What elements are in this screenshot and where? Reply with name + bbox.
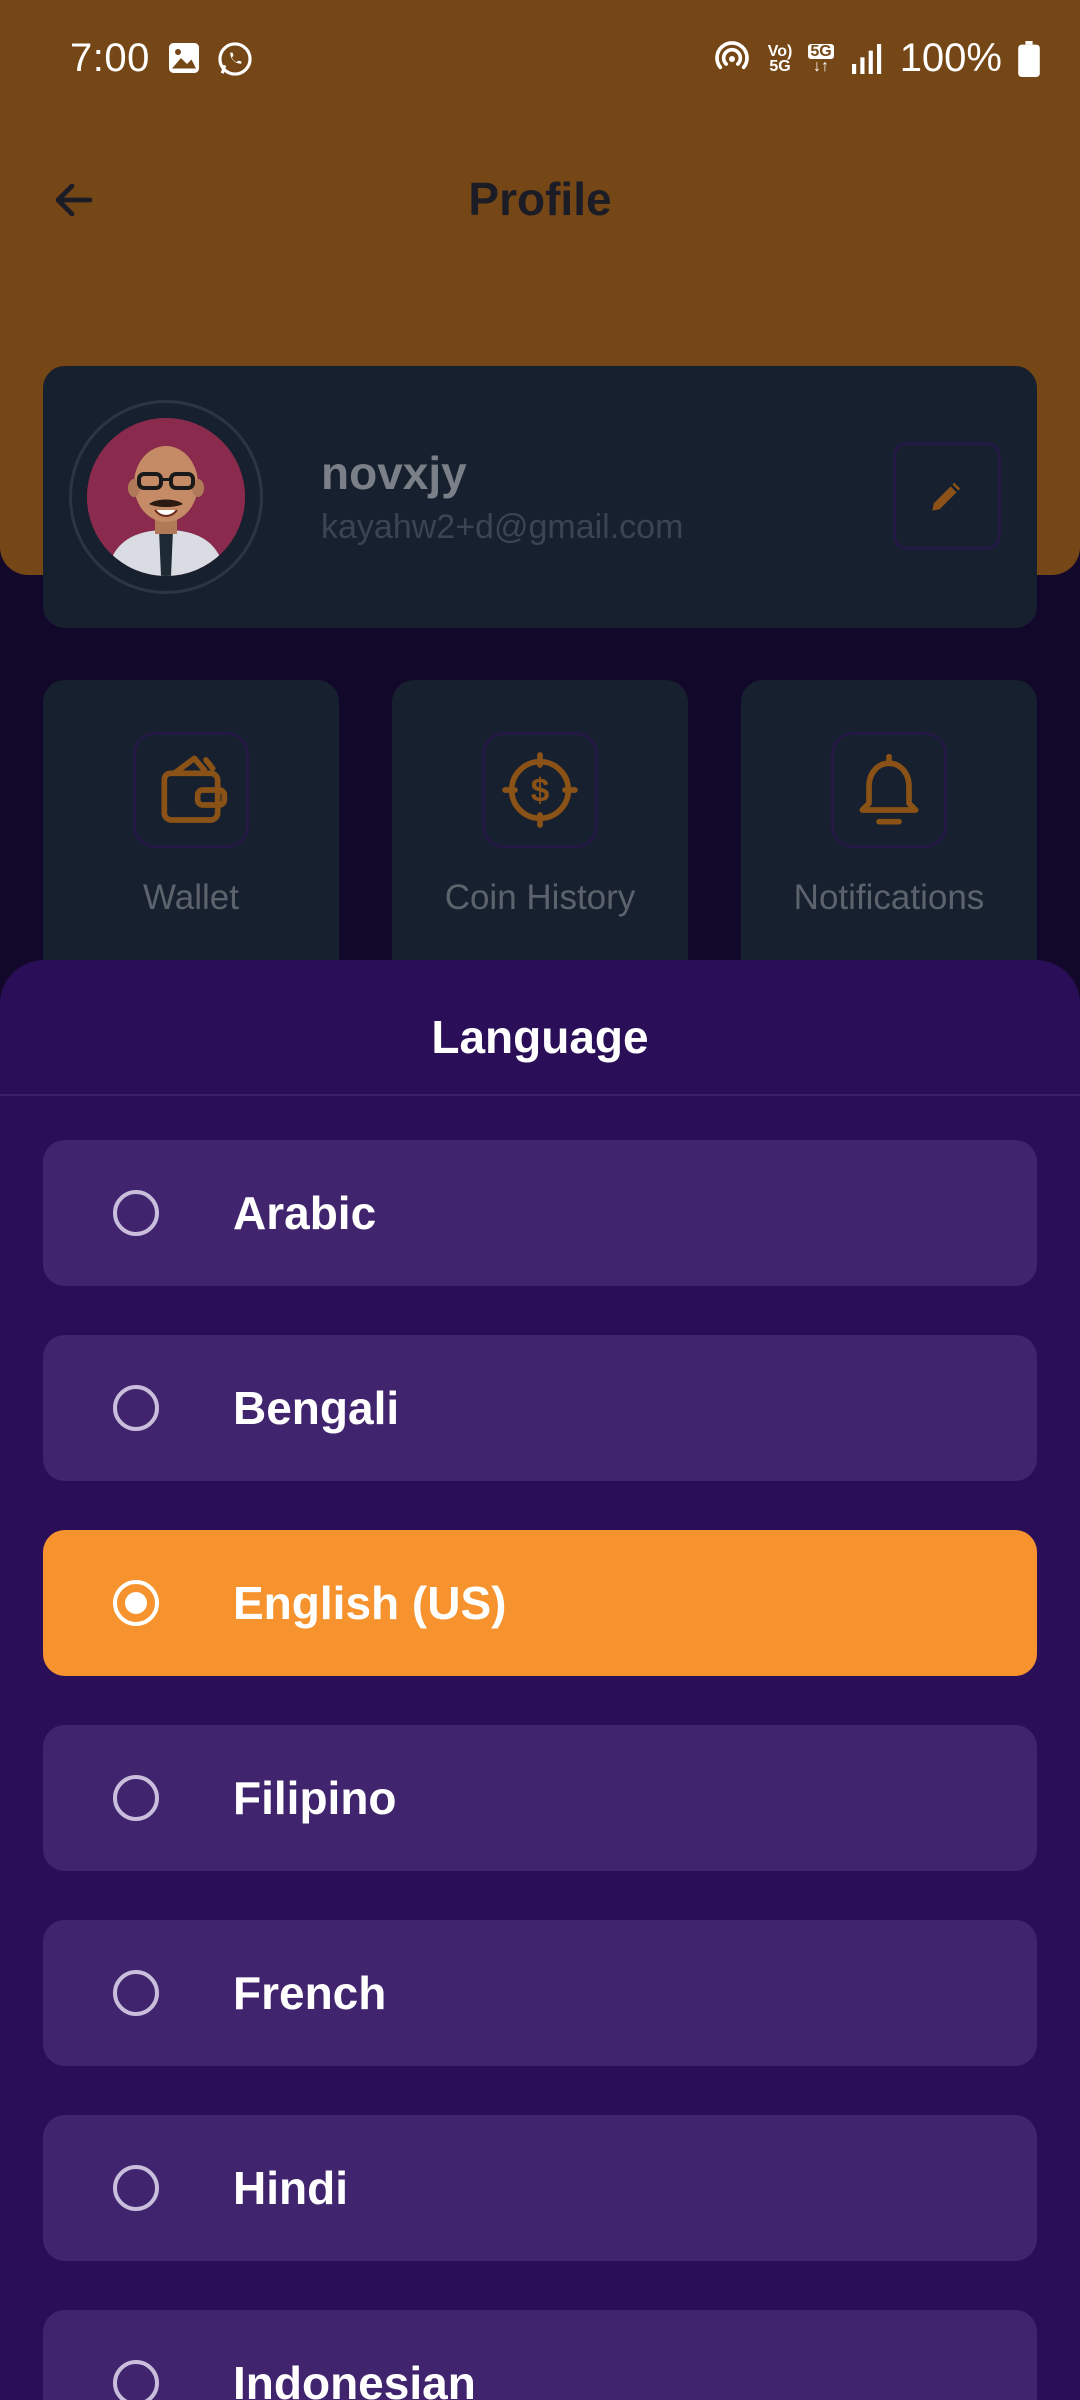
radio-button[interactable] [113,1775,159,1821]
language-label: Indonesian [233,2357,476,2400]
data-arrows-icon: ↓↑ [813,57,830,75]
profile-card: novxjy kayahw2+d@gmail.com [43,366,1037,628]
page-title: Profile [468,173,612,225]
radio-button[interactable] [113,1970,159,2016]
language-option-filipino[interactable]: Filipino [43,1725,1037,1871]
battery-icon [1018,40,1040,77]
edit-profile-button[interactable] [893,442,1001,550]
language-list: Arabic Bengali English (US) Filipino Fre… [43,1140,1037,2400]
data-5g-indicator: 5G ↓↑ [808,42,834,75]
pencil-icon [932,482,961,511]
gallery-icon [169,43,199,73]
radio-button-selected[interactable] [113,1580,159,1626]
radio-button[interactable] [113,2360,159,2400]
language-option-french[interactable]: French [43,1920,1037,2066]
notifications-tile[interactable]: Notifications [741,680,1037,980]
language-label: Hindi [233,2162,348,2214]
data-5g-label: 5G [808,42,834,60]
wallet-icon [161,755,228,823]
profile-username: novxjy [321,447,467,499]
bell-icon [859,753,919,825]
volte-label: Vo) [767,42,793,60]
language-option-english-us[interactable]: English (US) [43,1530,1037,1676]
hotspot-icon [714,40,749,69]
language-bottom-sheet: Language Arabic Bengali English (US) Fil… [0,960,1080,2400]
language-label: Bengali [233,1382,400,1434]
radio-button[interactable] [113,2165,159,2211]
notification-icons [166,40,254,78]
wallet-tile[interactable]: Wallet [43,680,339,980]
language-label: Filipino [233,1772,397,1824]
coin-history-tile[interactable]: $ Coin History [392,680,688,980]
quick-actions: Wallet $ Coin History Notifications [43,680,1037,980]
radio-button[interactable] [113,1385,159,1431]
status-bar: 7:00 Vo) 5G 5G ↓↑ 100% [0,0,1080,120]
language-option-hindi[interactable]: Hindi [43,2115,1037,2261]
coin-icon-frame: $ [482,732,598,848]
language-option-arabic[interactable]: Arabic [43,1140,1037,1286]
avatar-frame [69,400,263,594]
profile-email: kayahw2+d@gmail.com [321,508,684,546]
notifications-label: Notifications [793,878,985,917]
volte-indicator: Vo) 5G [767,42,793,75]
bell-icon-frame [831,732,947,848]
svg-text:$: $ [531,773,550,810]
avatar [87,418,245,576]
radio-selected-dot [125,1592,147,1614]
language-option-bengali[interactable]: Bengali [43,1335,1037,1481]
signal-icon [851,43,881,74]
volte-5g-label: 5G [769,57,791,75]
status-time: 7:00 [70,36,150,80]
language-label: Arabic [233,1187,377,1239]
avatar-illustration [87,418,245,576]
language-label: French [233,1967,387,2019]
coin-icon: $ [502,752,578,828]
radio-button[interactable] [113,1190,159,1236]
wallet-icon-frame [133,732,249,848]
battery-percent: 100% [899,36,1002,80]
coin-history-label: Coin History [444,878,636,917]
sheet-divider [0,1094,1080,1096]
wallet-label: Wallet [143,878,239,917]
sheet-title: Language [431,1011,649,1063]
top-app-bar: Profile [0,150,1080,250]
language-option-indonesian[interactable]: Indonesian [43,2310,1037,2400]
whatsapp-icon [218,42,252,76]
system-icons: Vo) 5G 5G ↓↑ 100% [712,36,1040,81]
language-label: English (US) [233,1577,507,1629]
